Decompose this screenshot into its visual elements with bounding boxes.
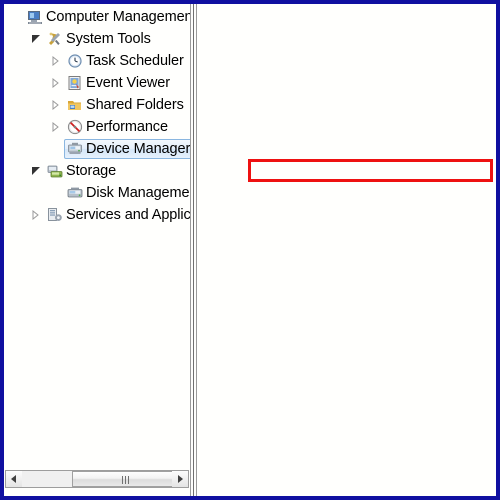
tree-row[interactable]: Performance: [4, 116, 190, 138]
computer-icon: [27, 9, 43, 25]
tree-row[interactable]: Event Viewer: [4, 72, 190, 94]
tree-row[interactable]: Device Manager: [4, 138, 190, 160]
storage-icon: [47, 163, 63, 179]
tree-row[interactable]: Services and Applicat: [4, 204, 190, 226]
event-viewer-icon: [67, 75, 83, 91]
expander-expanded-icon[interactable]: [32, 35, 42, 43]
device-manager-pane[interactable]: EHOME Acronis Devices Batteries Class fo…: [197, 4, 496, 496]
services-icon: [47, 207, 63, 223]
pane-splitter[interactable]: [190, 4, 197, 496]
tree-row[interactable]: Computer Management: [4, 6, 190, 28]
tree-row[interactable]: Storage: [4, 160, 190, 182]
tree-row-label: Shared Folders: [86, 97, 184, 113]
scroll-thumb[interactable]: [72, 471, 179, 487]
expander-collapsed-icon[interactable]: [52, 78, 59, 88]
system-tools-icon: [47, 31, 63, 47]
expander-collapsed-icon[interactable]: [52, 122, 59, 132]
tree-row-label: Disk Management: [86, 185, 190, 201]
expander-expanded-icon[interactable]: [32, 167, 42, 175]
console-tree[interactable]: Computer Management System Tools Task Sc…: [4, 6, 190, 468]
tree-row-label: Device Manager: [86, 141, 190, 157]
performance-icon: [67, 119, 83, 135]
horizontal-scrollbar[interactable]: [5, 470, 189, 488]
device-manager-icon: [67, 141, 83, 157]
tree-row-label: Services and Applicat: [66, 207, 190, 223]
tree-row[interactable]: Shared Folders: [4, 94, 190, 116]
tree-row-label: Performance: [86, 119, 168, 135]
expander-collapsed-icon[interactable]: [52, 100, 59, 110]
shared-folders-icon: [67, 97, 83, 113]
console-tree-pane[interactable]: Computer Management System Tools Task Sc…: [4, 4, 190, 496]
expander-collapsed-icon[interactable]: [32, 210, 39, 220]
tree-row-label: Event Viewer: [86, 75, 170, 91]
tree-row-label: Task Scheduler: [86, 53, 184, 69]
panes-container: Computer Management System Tools Task Sc…: [4, 4, 496, 496]
scroll-left-arrow[interactable]: [6, 471, 22, 487]
scroll-right-arrow[interactable]: [172, 471, 188, 487]
disk-management-icon: [67, 185, 83, 201]
console-window: Computer Management System Tools Task Sc…: [0, 0, 500, 500]
tree-row[interactable]: Disk Management: [4, 182, 190, 204]
tree-row[interactable]: System Tools: [4, 28, 190, 50]
scroll-thumb-grip: [121, 476, 130, 484]
tree-row-label: Storage: [66, 163, 117, 179]
tree-row-label: Computer Management: [46, 9, 190, 25]
expander-collapsed-icon[interactable]: [52, 56, 59, 66]
red-highlight-box: [248, 159, 493, 182]
tree-row[interactable]: Task Scheduler: [4, 50, 190, 72]
clock-icon: [67, 53, 83, 69]
tree-row-label: System Tools: [66, 31, 151, 47]
